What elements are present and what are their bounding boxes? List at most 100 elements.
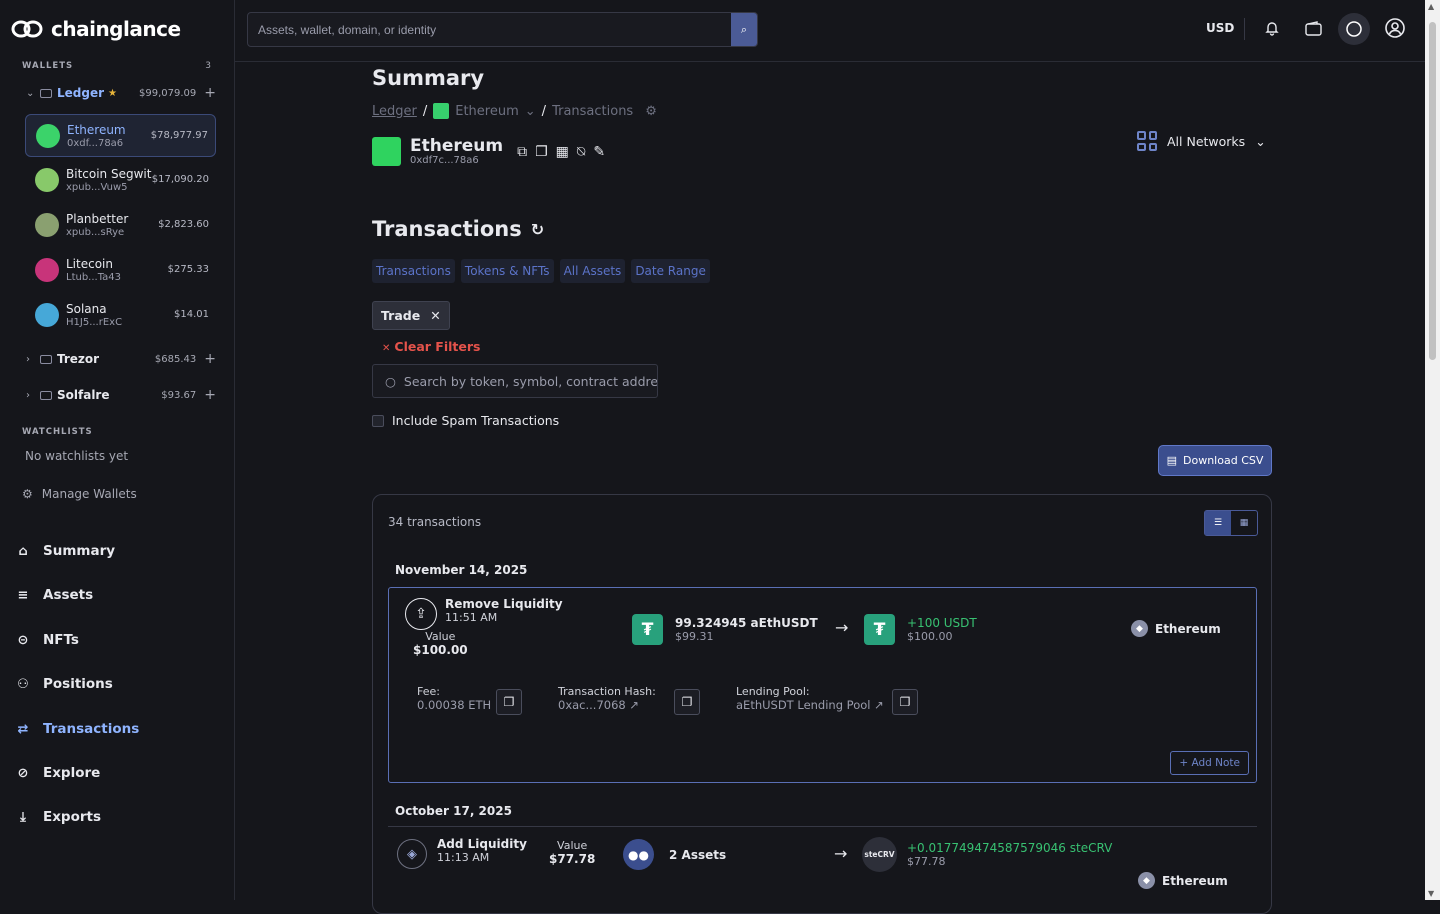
transaction-row[interactable]: ◈ Add Liquidity 11:13 AM Value $77.78 ●●… [388,826,1257,913]
group-amount: $93.67 [161,389,197,401]
chevron-right-icon[interactable]: › [26,354,36,365]
global-search-input[interactable] [248,13,718,46]
account-bitcoin-segwit[interactable]: Bitcoin Segwit xpub...Vuw5 $17,090.20 [25,158,216,201]
hash-value[interactable]: 0xac...7068 [558,698,626,712]
chevron-down-icon[interactable]: ⌄ [525,104,536,119]
scroll-up-arrow[interactable]: ▲ [1428,2,1434,11]
token-search-field[interactable]: ○ Search by token, symbol, contract addr… [372,364,658,398]
table-view-icon[interactable]: ▦ [1231,511,1257,535]
main-content: Summary Ledger / Ethereum ⌄ / Transactio… [235,62,1425,914]
account-planbetter[interactable]: Planbetter xpub...sRye $2,823.60 [25,203,216,246]
network-selector[interactable]: All Networks ⌄ [1137,131,1266,151]
add-note-button[interactable]: + Add Note [1170,751,1249,775]
account-solana[interactable]: Solana H1J5...rExC $14.01 [25,293,216,336]
database-icon: ≡ [17,587,29,603]
copy-icon[interactable]: ❐ [496,689,522,715]
list-view-icon[interactable]: ☰ [1205,511,1231,535]
tx-value-block: Value $77.78 [549,839,595,866]
external-arrow-icon[interactable]: ↗ [874,698,884,712]
filter-tabs: Transactions Tokens & NFTs All Assets Da… [372,259,710,283]
nav-positions[interactable]: ⚇ Positions [16,676,216,692]
from-usd: $99.31 [675,630,714,643]
pool-value[interactable]: aEthUSDT Lending Pool [736,698,870,712]
user-icon[interactable] [1383,16,1407,40]
to-usd: $77.78 [907,855,946,868]
transaction-card[interactable]: ⇪ Remove Liquidity 11:51 AM Value $100.0… [388,587,1257,783]
close-icon: ✕ [382,343,391,354]
breadcrumb-chain[interactable]: Ethereum [455,104,519,119]
add-account-button[interactable]: + [204,86,216,100]
account-ethereum[interactable]: Ethereum 0xdf...78a6 $78,977.97 [25,114,216,157]
nav-explore[interactable]: ⊘ Explore [16,765,216,781]
currency-selector[interactable]: USD [1206,21,1234,35]
wallet-group-solfalre[interactable]: › Solfalre $93.67 + [26,388,216,402]
tx-value: $100.00 [413,643,468,657]
wallet-icon[interactable] [1301,16,1325,40]
tab-date-range[interactable]: Date Range [631,259,710,283]
nav-summary[interactable]: ⌂ Summary [16,543,216,559]
spam-checkbox[interactable] [372,414,384,427]
refresh-icon[interactable]: ↻ [531,220,544,239]
spam-toggle[interactable]: Include Spam Transactions [372,413,559,428]
download-csv-button[interactable]: ▤ Download CSV [1158,445,1272,476]
external-arrow-icon[interactable]: ↗ [629,698,639,712]
bell-off-icon[interactable]: ⍉ [577,144,585,160]
breadcrumb-separator: / [422,103,428,119]
nav-exports[interactable]: ⤓ Exports [16,809,216,825]
arrows-swap-icon: ⇄ [17,721,29,737]
external-link-icon[interactable]: ⧉ [517,144,527,160]
nav-nfts[interactable]: ⊝ NFTs [16,632,216,648]
wallet-icon [40,354,52,364]
account-litecoin[interactable]: Litecoin Ltub...Ta43 $275.33 [25,248,216,291]
qr-code-icon[interactable]: ▦ [556,144,569,160]
tx-value-block: Value $100.00 [413,630,468,657]
add-account-button[interactable]: + [204,352,216,366]
breadcrumb-root[interactable]: Ledger [372,104,417,119]
clear-filters-button[interactable]: ✕ Clear Filters [382,339,480,354]
scrollbar-thumb[interactable] [1429,22,1436,360]
tx-from: ₮ 99.324945 aEthUSDT $99.31 [632,614,818,645]
copy-icon[interactable]: ❐ [674,689,700,715]
from-amount: 2 Assets [669,847,727,862]
account-name: Litecoin [66,256,113,271]
scroll-down-arrow[interactable]: ▼ [1428,889,1434,898]
search-button[interactable]: ⌕ [731,13,757,46]
breadcrumb-separator: / [541,103,547,119]
account-title: Ethereum [410,136,504,156]
copy-icon[interactable]: ❐ [535,144,548,160]
theme-toggle-icon[interactable] [1338,13,1370,45]
wallet-icon [40,88,52,98]
wallet-group-trezor[interactable]: › Trezor $685.43 + [26,352,216,366]
file-icon: ▤ [1166,454,1178,467]
account-value: $78,977.97 [150,130,208,141]
tx-from: ●● 2 Assets [623,839,726,870]
tab-all-assets[interactable]: All Assets [559,259,626,283]
tx-to: steCRV +0.017749474587579046 steCRV $77.7… [862,837,1112,872]
nav-label: Transactions [43,721,140,737]
gear-icon[interactable]: ⚙ [645,104,657,119]
view-toggle: ☰ ▦ [1204,510,1258,536]
close-icon[interactable]: ✕ [430,308,440,323]
account-address: xpub...sRye [66,226,125,238]
tab-transactions[interactable]: Transactions [372,259,455,283]
search-icon: ○ [385,373,396,389]
logo[interactable]: chainglance [11,17,181,41]
account-address: 0xdf...78a6 [67,137,124,149]
tab-tokens-nfts[interactable]: Tokens & NFTs [460,259,554,283]
wallets-count: 3 [205,61,211,71]
add-account-button[interactable]: + [204,388,216,402]
edit-icon[interactable]: ✎ [593,144,605,160]
bell-icon[interactable] [1260,16,1284,40]
nav-assets[interactable]: ≡ Assets [16,587,216,603]
chevron-down-icon[interactable]: ⌄ [26,88,36,99]
transactions-title: Transactions [372,217,522,241]
manage-wallets-link[interactable]: ⚙ Manage Wallets [22,487,137,501]
fee-label: Fee: [417,685,440,698]
tx-time: 11:13 AM [437,851,490,864]
page-scrollbar[interactable]: ▲ ▼ [1425,0,1440,900]
nav-transactions[interactable]: ⇄ Transactions [16,721,216,737]
tx-network: ◆ Ethereum [1131,620,1221,637]
copy-icon[interactable]: ❐ [892,689,918,715]
wallet-group-ledger[interactable]: ⌄ Ledger ★ $99,079.09 + [26,86,216,100]
chevron-right-icon[interactable]: › [26,390,36,401]
